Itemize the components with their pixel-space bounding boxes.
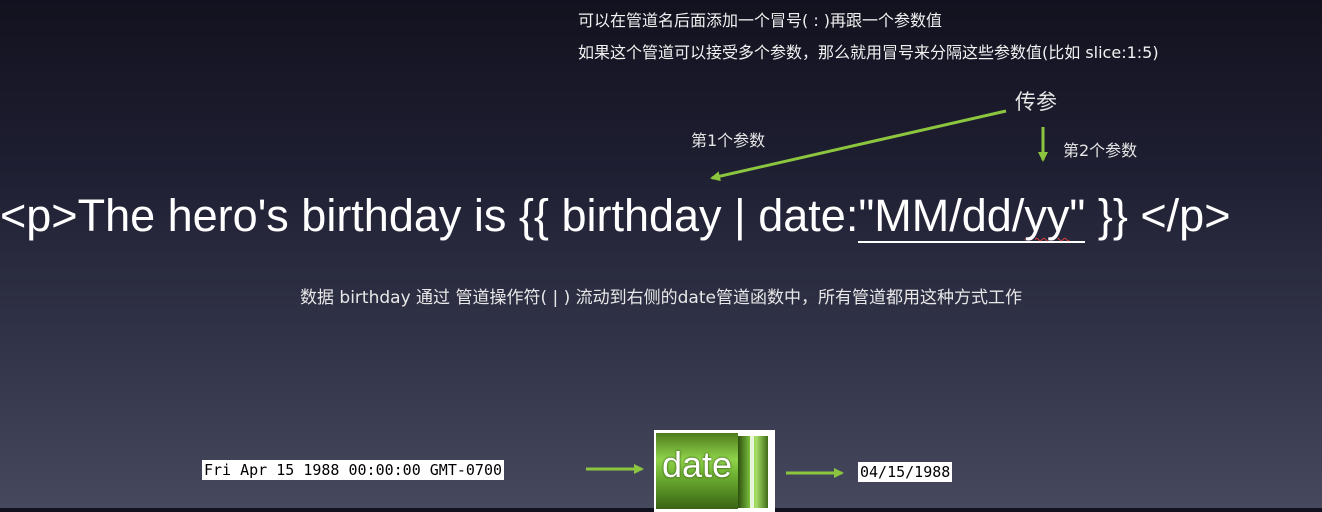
pipe-label: date <box>661 444 733 485</box>
caption: 数据 birthday 通过 管道操作符( | ) 流动到右侧的date管道函数… <box>300 288 1022 308</box>
template-code-line: <p>The hero's birthday is {{ birthday | … <box>0 190 1322 243</box>
arg-close: " <box>1069 190 1086 241</box>
code-suffix: }} </p> <box>1085 190 1231 241</box>
arrow-to-param1 <box>710 109 1007 182</box>
date-format-argument: "MM/dd/yy" <box>858 190 1086 243</box>
arg-open: "MM/dd/ <box>858 190 1025 241</box>
code-prefix: <p>The hero's birthday is {{ birthday | … <box>0 190 859 241</box>
input-value-box: Fri Apr 15 1988 00:00:00 GMT-0700 <box>202 460 505 480</box>
date-pipe-graphic: date <box>654 430 775 512</box>
output-value-box: 04/15/1988 <box>858 462 953 482</box>
arg-spellcheck-word: yy <box>1024 190 1070 241</box>
pipe-cap <box>738 436 768 508</box>
